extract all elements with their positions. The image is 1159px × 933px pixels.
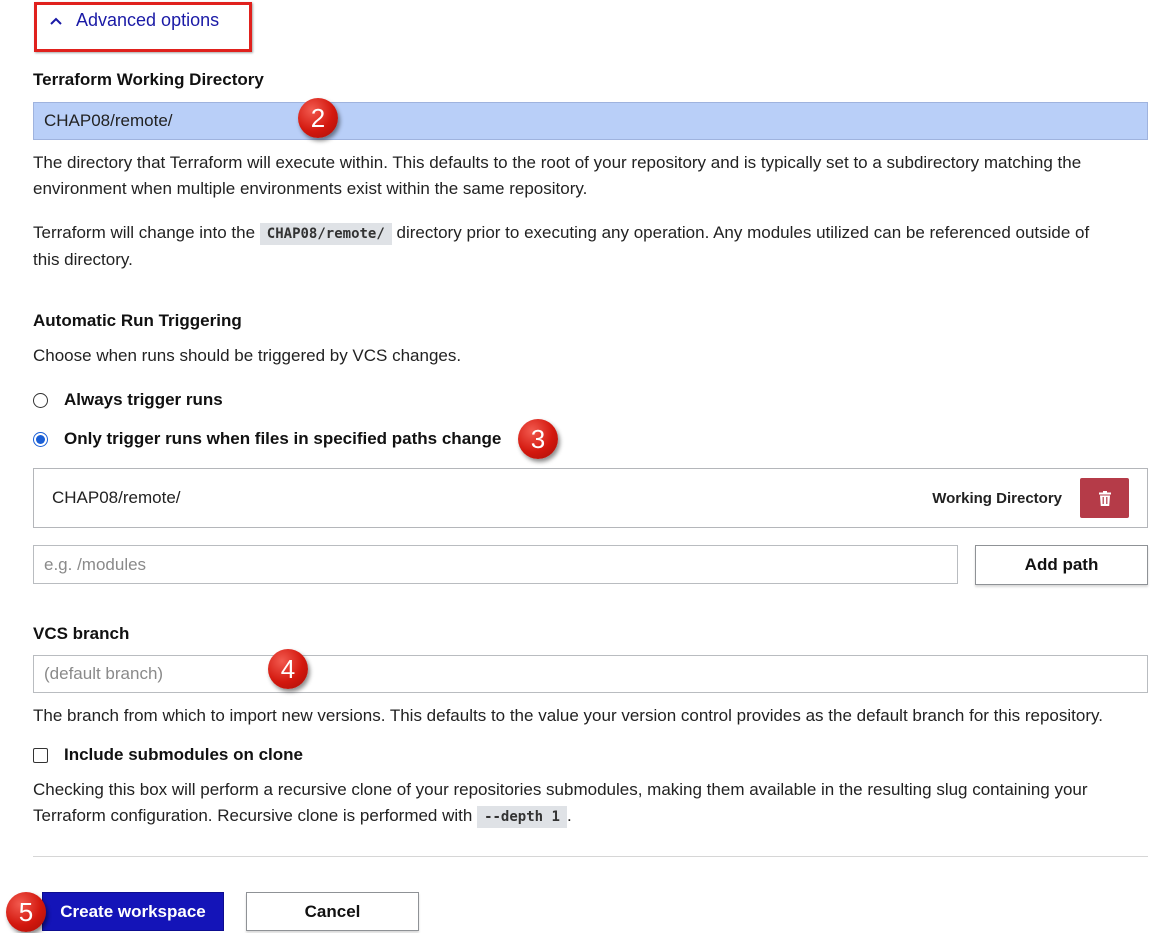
vcs-branch-label: VCS branch [33,624,130,643]
submodules-checkbox[interactable] [33,747,48,763]
delete-path-button[interactable] [1080,478,1129,518]
help-text: directory prior to executing any operati… [396,223,1090,242]
run-triggering-help: Choose when runs should be triggered by … [33,346,462,365]
vcs-branch-input[interactable]: (default branch) [33,655,1148,693]
help-line: this directory. [33,250,133,269]
vcs-branch-help: The branch from which to import new vers… [33,706,1103,725]
option-path-trigger[interactable]: Only trigger runs when files in specifie… [33,429,501,449]
run-triggering-label: Automatic Run Triggering [33,311,242,330]
code-snippet: --depth 1 [477,806,567,828]
working-directory-tag: Working Directory [932,489,1062,507]
advanced-options-toggle[interactable]: Advanced options [50,10,219,31]
divider [33,856,1148,857]
annotation-badge-2: 2 [298,98,338,138]
help-text: . [566,806,572,825]
working-directory-label: Terraform Working Directory [33,70,264,89]
working-directory-input[interactable]: CHAP08/remote/ [33,102,1148,140]
help-line: environment when multiple environments e… [33,179,588,198]
option-always-label: Always trigger runs [64,390,223,409]
help-text: Terraform will change into the [33,223,256,242]
code-snippet: CHAP08/remote/ [259,223,392,245]
submodules-option[interactable]: Include submodules on clone [33,745,303,765]
add-path-button[interactable]: Add path [975,545,1148,585]
chevron-up-icon [50,17,62,25]
vcs-branch-placeholder: (default branch) [44,664,164,683]
help-line: Checking this box will perform a recursi… [33,780,1088,799]
create-workspace-button[interactable]: Create workspace [42,892,224,931]
trash-icon [1098,490,1111,506]
working-directory-help-2: Terraform will change into the CHAP08/re… [33,220,1089,273]
cancel-button[interactable]: Cancel [246,892,419,931]
working-directory-value: CHAP08/remote/ [44,111,173,130]
submodules-label: Include submodules on clone [64,745,303,764]
path-input-placeholder: e.g. /modules [44,554,147,574]
option-path-label: Only trigger runs when files in specifie… [64,429,502,448]
path-input[interactable]: e.g. /modules [33,545,958,584]
advanced-options-label: Advanced options [76,10,220,30]
submodules-help: Checking this box will perform a recursi… [33,777,1088,830]
radio-path-trigger[interactable] [33,431,48,447]
annotation-badge-5: 5 [6,892,46,932]
trigger-path-row: CHAP08/remote/ Working Directory [33,468,1148,528]
option-always-trigger[interactable]: Always trigger runs [33,390,223,410]
radio-always-trigger[interactable] [33,392,48,408]
help-line: The directory that Terraform will execut… [33,153,1082,172]
annotation-badge-4: 4 [268,649,308,689]
working-directory-help-1: The directory that Terraform will execut… [33,150,1081,202]
trigger-path-text: CHAP08/remote/ [52,488,181,507]
annotation-badge-3: 3 [518,419,558,459]
help-text: Terraform configuration. Recursive clone… [33,806,473,825]
